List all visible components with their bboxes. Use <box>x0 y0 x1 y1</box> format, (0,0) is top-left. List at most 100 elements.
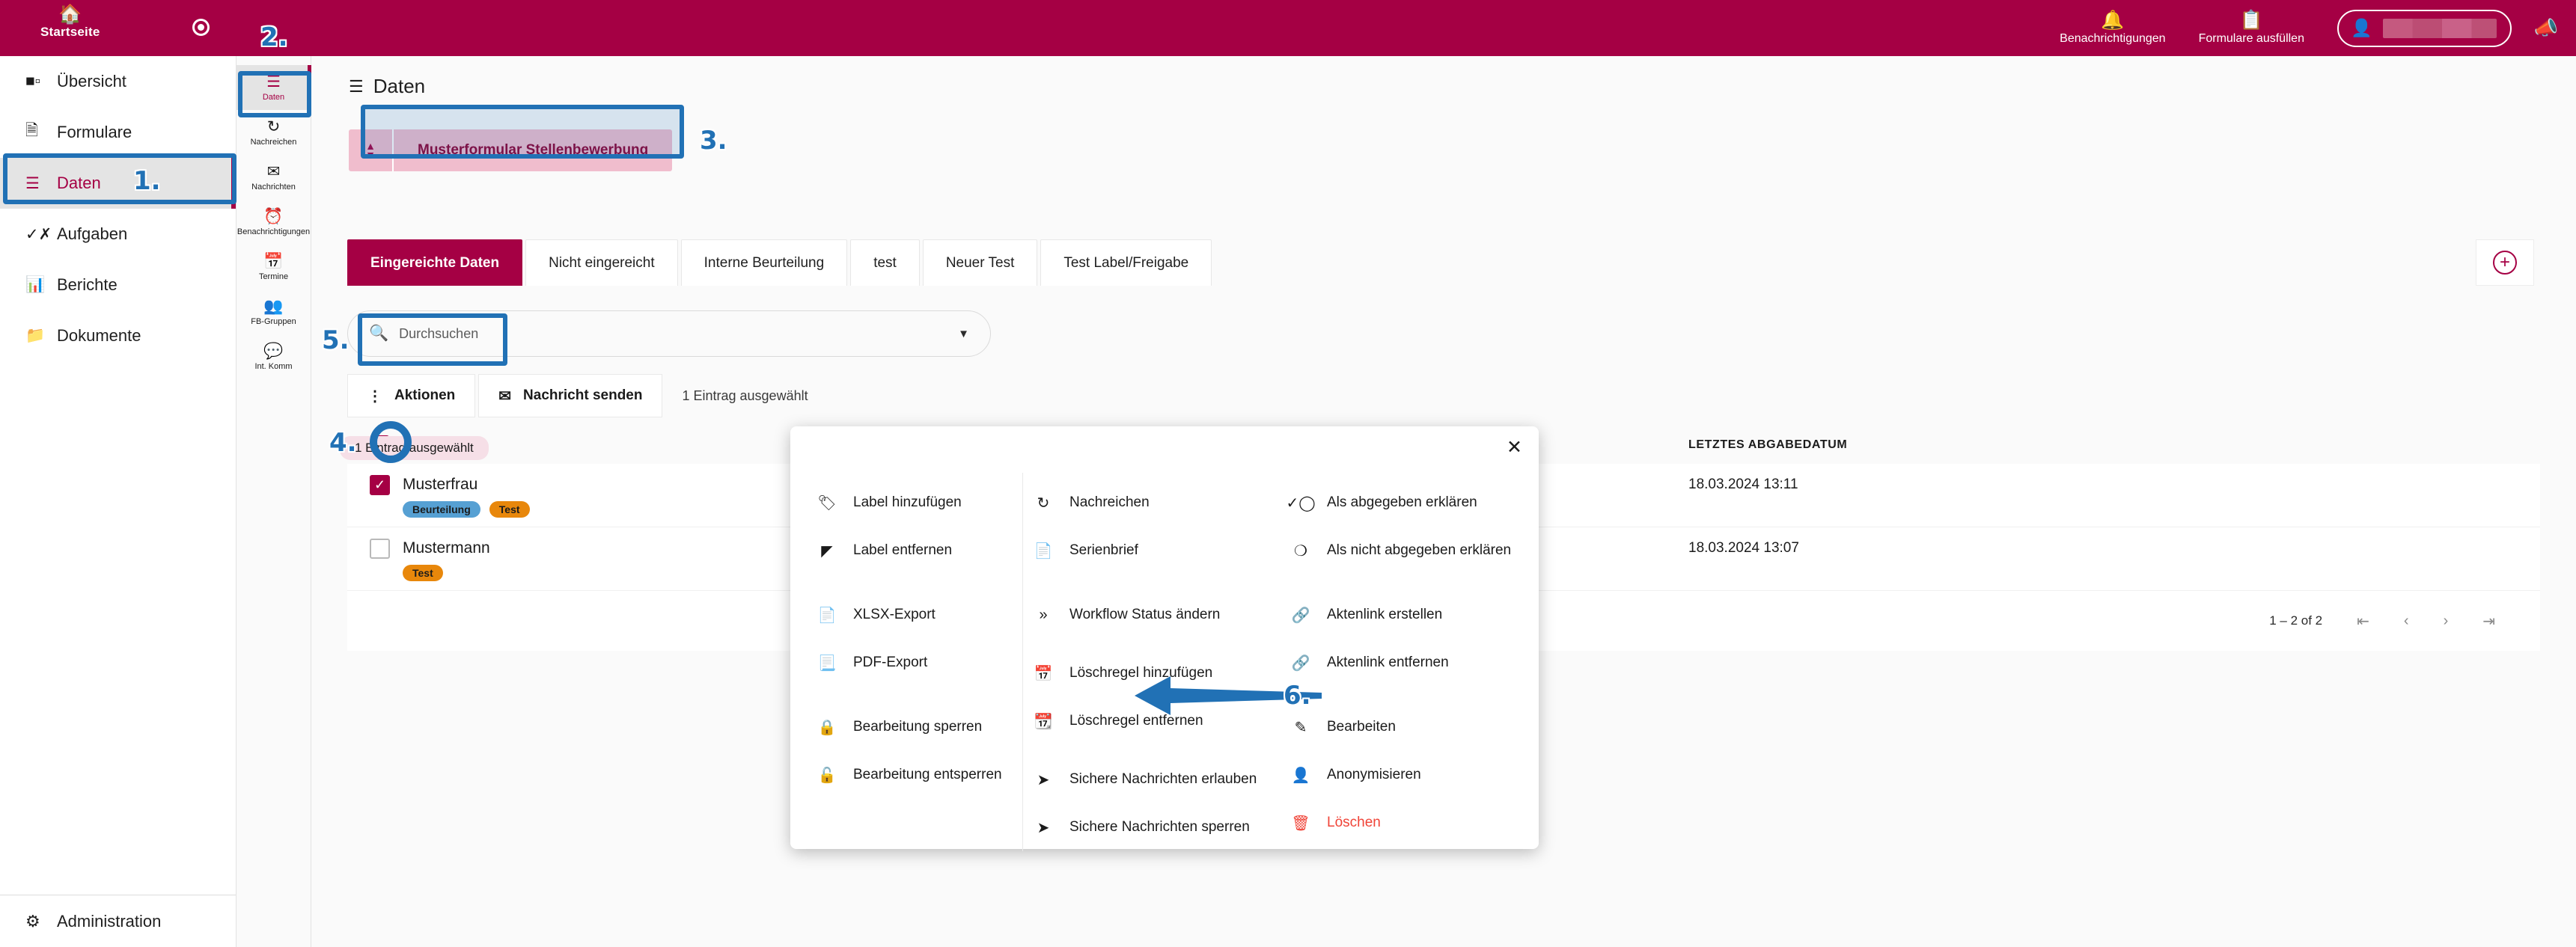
next-page-icon[interactable]: › <box>2444 613 2449 630</box>
sidebar-item-berichte[interactable]: 📊 Berichte <box>0 260 236 310</box>
user-account-chip[interactable]: 👤 <box>2337 9 2512 47</box>
menu-item-loeschen[interactable]: 🗑 Löschen <box>1288 799 1539 847</box>
menu-item-workflow-status-aendern[interactable]: » Workflow Status ändern <box>1031 591 1281 639</box>
menu-column-1: 🏷 Label hinzufügen ◤ Label entfernen 📄 X… <box>790 473 1022 851</box>
first-page-icon[interactable]: ⇤ <box>2357 612 2369 631</box>
menu-item-anonymisieren[interactable]: 👤 Anonymisieren <box>1288 751 1539 799</box>
menu-item-loeschregel-entfernen[interactable]: 📆 Löschregel entfernen <box>1031 697 1281 745</box>
tab-label: Eingereichte Daten <box>370 254 500 271</box>
trash-icon: 🗑 <box>1291 815 1310 832</box>
tab-neuer-test[interactable]: Neuer Test <box>922 239 1038 286</box>
label-chip[interactable]: Test <box>403 565 443 581</box>
actions-dropdown-menu: ✕ 🏷 Label hinzufügen ◤ Label entfernen 📄… <box>790 426 1539 851</box>
menu-item-label-entfernen[interactable]: ◤ Label entfernen <box>814 527 1022 574</box>
tab-eingereichte-daten[interactable]: Eingereichte Daten <box>347 239 523 286</box>
row-checkbox[interactable]: ✓ <box>347 474 403 495</box>
menu-item-bearbeiten[interactable]: ✎ Bearbeiten <box>1288 703 1539 751</box>
rail-item-daten[interactable]: ☰ Daten <box>236 65 311 110</box>
last-page-icon[interactable]: ⇥ <box>2482 612 2495 631</box>
tab-nicht-eingereicht[interactable]: Nicht eingereicht <box>525 239 678 286</box>
chevron-down-icon[interactable]: ▼ <box>958 328 969 340</box>
column-header-letztes-abgabedatum[interactable]: LETZTES ABGABEDATUM <box>1688 438 1847 452</box>
label-chip[interactable]: Beurteilung <box>403 501 480 518</box>
menu-item-label: Löschregel entfernen <box>1069 713 1203 729</box>
menu-item-sichere-nachrichten-sperren[interactable]: ➤ Sichere Nachrichten sperren <box>1031 803 1281 851</box>
label-chip[interactable]: Test <box>489 501 530 518</box>
menu-item-label: Anonymisieren <box>1327 767 1421 782</box>
menu-item-sichere-nachrichten-erlauben[interactable]: ➤ Sichere Nachrichten erlauben <box>1031 756 1281 803</box>
pdf-file-icon: 📃 <box>817 655 837 672</box>
rail-item-int-komm[interactable]: 💬 Int. Komm <box>236 334 311 379</box>
actions-button[interactable]: ⋮ Aktionen <box>347 374 476 417</box>
menu-item-als-nicht-abgegeben-erklaeren[interactable]: ❍ Als nicht abgegeben erklären <box>1288 527 1539 574</box>
menu-item-aktenlink-erstellen[interactable]: 🔗 Aktenlink erstellen <box>1288 591 1539 639</box>
menu-item-nachreichen[interactable]: ↻ Nachreichen <box>1031 479 1281 527</box>
send-message-button[interactable]: ✉ Nachricht senden <box>478 374 663 417</box>
home-button[interactable]: 🏠 Startseite <box>40 4 100 40</box>
application-window: 🏠 Startseite 🔔 Benachrichtigungen 📋 Form… <box>0 0 2576 947</box>
link-off-icon: 🔗 <box>1291 655 1310 672</box>
tab-label: Test Label/Freigabe <box>1063 254 1189 271</box>
rail-item-termine[interactable]: 📅 Termine <box>236 245 311 289</box>
x-circle-icon: ❍ <box>1294 542 1307 560</box>
rail-item-fb-gruppen[interactable]: 👥 FB-Gruppen <box>236 289 311 334</box>
rail-label: Benachrichtigungen <box>236 227 311 236</box>
rail-label: Int. Komm <box>254 361 293 371</box>
row-checkbox[interactable] <box>347 538 403 559</box>
check-circle-icon: ✓◯ <box>1286 494 1316 512</box>
search-input[interactable]: 🔍 Durchsuchen ▼ <box>347 310 991 357</box>
menu-item-label-hinzufuegen[interactable]: 🏷 Label hinzufügen <box>814 479 1022 527</box>
rail-item-nachreichen[interactable]: ↻ Nachreichen <box>236 110 311 155</box>
envelope-icon: ✉ <box>266 162 281 180</box>
history-icon: ↻ <box>266 117 281 135</box>
tab-test-label-freigabe[interactable]: Test Label/Freigabe <box>1040 239 1212 286</box>
menu-item-serienbrief[interactable]: 📄 Serienbrief <box>1031 527 1281 574</box>
sidebar-item-administration[interactable]: ⚙ Administration <box>0 895 236 947</box>
menu-selection-badge: 1 Eintrag ausgewählt <box>340 436 489 460</box>
menu-item-als-abgegeben-erklaeren[interactable]: ✓◯ Als abgegeben erklären <box>1286 479 1539 527</box>
tab-interne-beurteilung[interactable]: Interne Beurteilung <box>680 239 848 286</box>
rail-item-nachrichten[interactable]: ✉ Nachrichten <box>236 155 311 200</box>
search-icon: 🔍 <box>369 325 389 342</box>
menu-item-pdf-export[interactable]: 📃 PDF-Export <box>814 639 1022 687</box>
sidebar-item-daten[interactable]: ☰ Daten <box>0 158 236 209</box>
data-icon: ☰ <box>349 76 364 96</box>
pagination-range: 1 – 2 of 2 <box>2269 613 2323 628</box>
menu-item-bearbeitung-sperren[interactable]: 🔒 Bearbeitung sperren <box>814 703 1022 751</box>
sidebar-item-formulare[interactable]: 🗎 Formulare <box>0 107 236 158</box>
sidebar-item-dokumente[interactable]: 📁 Dokumente <box>0 310 236 361</box>
close-icon[interactable]: ✕ <box>1507 438 1522 457</box>
sidebar-item-uebersicht[interactable]: ■▫ Übersicht <box>0 56 236 107</box>
tab-label: Interne Beurteilung <box>703 254 825 271</box>
prev-page-icon[interactable]: ‹ <box>2404 613 2409 630</box>
menu-item-label: Workflow Status ändern <box>1069 607 1221 622</box>
more-vertical-icon: ⋮ <box>367 387 382 405</box>
menu-item-label: Löschregel hinzufügen <box>1069 665 1213 681</box>
menu-item-label: Aktenlink erstellen <box>1327 607 1443 622</box>
fill-forms-button[interactable]: 📋 Formulare ausfüllen <box>2199 10 2304 46</box>
bell-icon: 🔔 <box>2101 10 2125 31</box>
documents-icon: 📁 <box>25 327 46 344</box>
calendar-icon: 📅 <box>263 252 284 270</box>
tab-test[interactable]: test <box>850 239 920 286</box>
sidebar-item-aufgaben[interactable]: ✓✗ Aufgaben <box>0 209 236 260</box>
link-add-icon: 🔗 <box>1291 607 1310 624</box>
notifications-button[interactable]: 🔔 Benachrichtigungen <box>2060 10 2165 46</box>
menu-item-aktenlink-entfernen[interactable]: 🔗 Aktenlink entfernen <box>1288 639 1539 687</box>
add-tab-button[interactable]: + <box>2476 239 2534 286</box>
sidebar-label: Daten <box>57 174 101 192</box>
rail-item-benachrichtigungen[interactable]: ⏰ Benachrichtigungen <box>236 200 311 245</box>
person-icon: 👤 <box>2350 18 2372 37</box>
circle-logo-icon <box>192 19 210 36</box>
table-toolbar: ⋮ Aktionen ✉ Nachricht senden 1 Eintrag … <box>347 374 808 417</box>
menu-item-label: Als nicht abgegeben erklären <box>1327 542 1512 558</box>
menu-item-loeschregel-hinzufuegen[interactable]: 📅 Löschregel hinzufügen <box>1031 649 1281 697</box>
menu-item-bearbeitung-entsperren[interactable]: 🔓 Bearbeitung entsperren <box>814 751 1022 799</box>
redacted-username <box>2382 18 2497 38</box>
file-copy-icon: 📄 <box>817 607 837 624</box>
menu-item-xlsx-export[interactable]: 📄 XLSX-Export <box>814 591 1022 639</box>
data-icon: ☰ <box>266 73 281 91</box>
calendar-add-icon: 📅 <box>1034 665 1053 682</box>
form-selector[interactable]: ▲ ▼ Musterformular Stellenbewerbung <box>349 129 673 171</box>
megaphone-icon[interactable]: 📣 <box>2534 16 2558 40</box>
